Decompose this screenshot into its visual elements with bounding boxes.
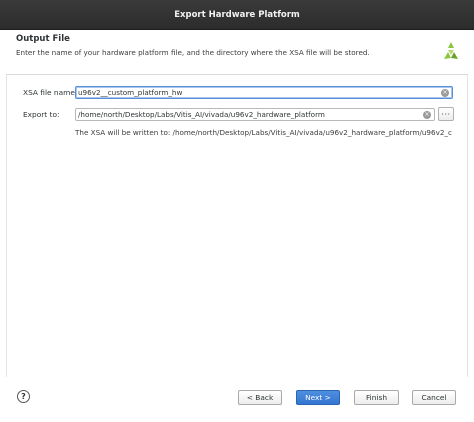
wizard-header: Output File Enter the name of your hardw… bbox=[6, 30, 468, 74]
xilinx-logo-icon bbox=[444, 42, 458, 59]
xsa-output-path-info: The XSA will be written to: /home/north/… bbox=[75, 128, 452, 137]
xsa-file-name-label: XSA file name: bbox=[23, 88, 78, 97]
wizard-content: XSA file name: × Export to: × ··· The XS… bbox=[6, 75, 468, 377]
export-to-label: Export to: bbox=[23, 110, 60, 119]
window-title: Export Hardware Platform bbox=[174, 9, 300, 20]
wizard-footer: ? < Back Next > Finish Cancel bbox=[0, 377, 474, 422]
finish-button[interactable]: Finish bbox=[354, 390, 399, 405]
xsa-file-name-field[interactable]: × bbox=[75, 86, 453, 99]
clear-export-path-icon[interactable]: × bbox=[423, 111, 431, 119]
page-title: Output File bbox=[16, 34, 70, 44]
window-titlebar: Export Hardware Platform bbox=[0, 0, 474, 30]
export-to-input[interactable] bbox=[78, 110, 434, 119]
next-button[interactable]: Next > bbox=[296, 390, 340, 405]
page-description: Enter the name of your hardware platform… bbox=[16, 48, 370, 57]
xsa-file-name-input[interactable] bbox=[78, 88, 452, 97]
back-button[interactable]: < Back bbox=[238, 390, 282, 405]
clear-xsa-name-icon[interactable]: × bbox=[441, 89, 449, 97]
browse-button[interactable]: ··· bbox=[438, 107, 454, 121]
cancel-button[interactable]: Cancel bbox=[412, 390, 456, 405]
export-to-field[interactable]: × bbox=[75, 108, 435, 121]
help-button[interactable]: ? bbox=[17, 390, 30, 403]
